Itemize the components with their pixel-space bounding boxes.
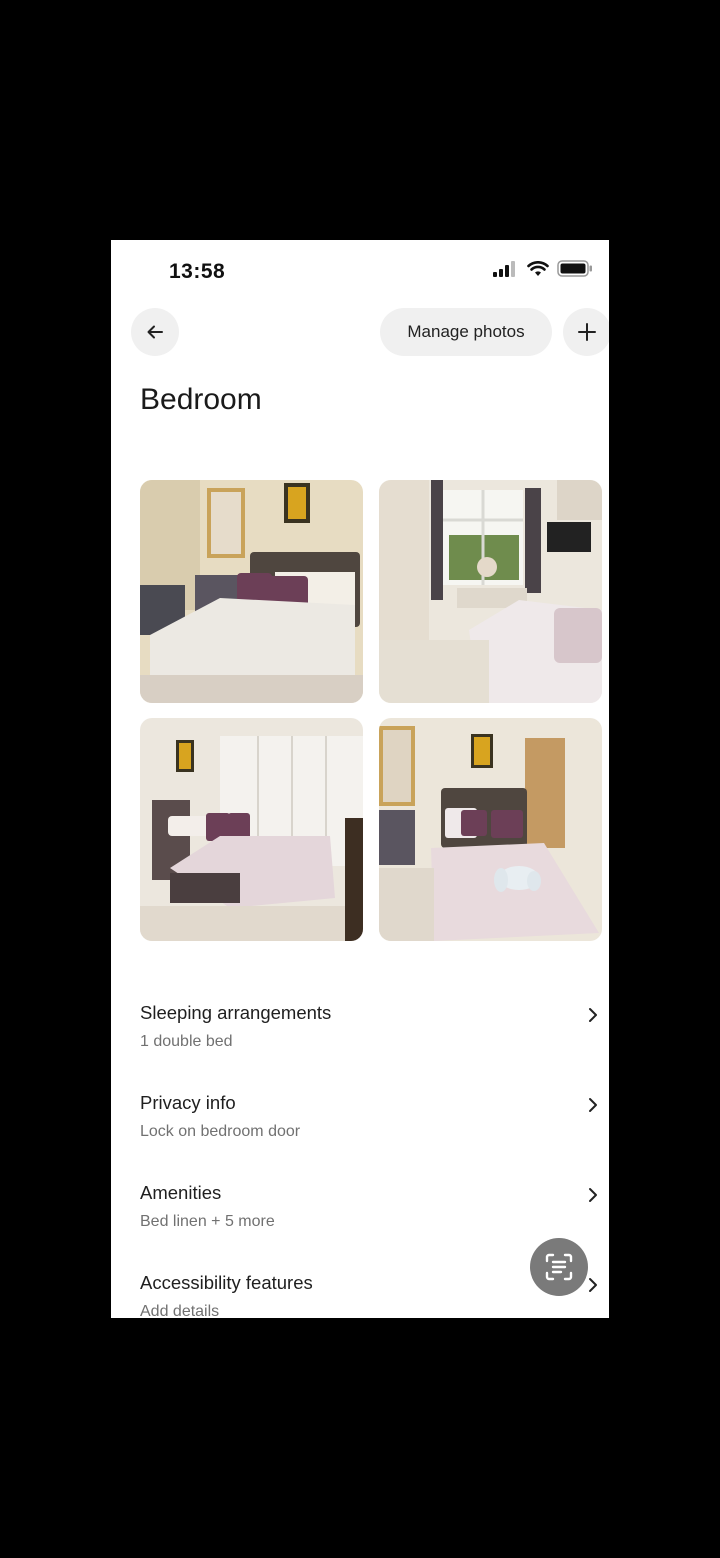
status-time: 13:58 <box>169 260 226 283</box>
row-title: Sleeping arrangements <box>140 1002 332 1023</box>
bedroom-photo-3[interactable] <box>140 718 363 941</box>
arrow-left-icon <box>147 325 163 339</box>
text-scan-icon <box>545 1253 573 1281</box>
accessibility-features-row[interactable]: Accessibility features Add details <box>140 1272 600 1318</box>
wifi-icon <box>527 260 549 282</box>
privacy-info-row[interactable]: Privacy info Lock on bedroom door <box>140 1092 600 1152</box>
text-scan-button[interactable] <box>530 1238 588 1296</box>
page-title: Bedroom <box>140 383 262 416</box>
battery-icon <box>557 260 593 282</box>
row-title: Privacy info <box>140 1092 236 1113</box>
bedroom-photo-2[interactable] <box>379 480 602 703</box>
row-subtitle: Bed linen + 5 more <box>140 1213 275 1230</box>
amenities-row[interactable]: Amenities Bed linen + 5 more <box>140 1182 600 1242</box>
row-subtitle: Lock on bedroom door <box>140 1123 301 1140</box>
bedroom-photo-1[interactable] <box>140 480 363 703</box>
row-subtitle: Add details <box>140 1303 220 1318</box>
plus-icon <box>578 323 596 341</box>
row-title: Amenities <box>140 1182 222 1203</box>
status-icons <box>493 260 593 282</box>
chevron-right-icon <box>589 1278 597 1292</box>
signal-icon <box>493 260 519 282</box>
bedroom-photo-4[interactable] <box>379 718 602 941</box>
app-screen: 13:58 Manage photos Bedroom Sleeping arr… <box>111 240 609 1318</box>
chevron-right-icon <box>589 1188 597 1202</box>
add-photo-button[interactable] <box>563 308 609 356</box>
chevron-right-icon <box>589 1098 597 1112</box>
manage-photos-button[interactable]: Manage photos <box>380 308 552 356</box>
chevron-right-icon <box>589 1008 597 1022</box>
row-subtitle: 1 double bed <box>140 1033 233 1050</box>
sleeping-arrangements-row[interactable]: Sleeping arrangements 1 double bed <box>140 1002 600 1062</box>
back-button[interactable] <box>131 308 179 356</box>
